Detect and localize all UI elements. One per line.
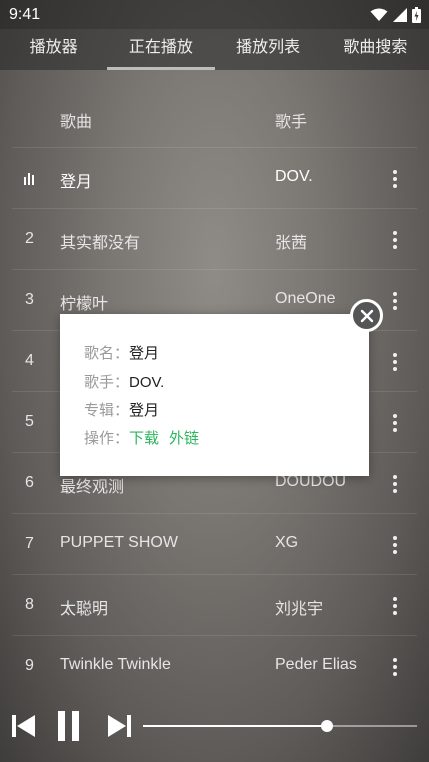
song-index: 7: [25, 535, 34, 552]
dialog-song-name-value: 登月: [129, 345, 160, 362]
download-link[interactable]: 下载: [129, 430, 159, 447]
song-row[interactable]: 9 Twinkle Twinkle Peder Elias: [12, 636, 417, 697]
dialog-artist-label: 歌手：: [84, 374, 130, 391]
close-icon: [360, 309, 373, 322]
progress-fill: [143, 725, 327, 727]
battery-icon: [412, 6, 421, 23]
song-row[interactable]: 7 PUPPET SHOW XG: [12, 514, 417, 575]
more-vert-icon[interactable]: [390, 532, 400, 558]
song-title: 太聪明: [60, 601, 109, 618]
more-vert-icon[interactable]: [390, 288, 400, 314]
song-title: PUPPET SHOW: [60, 534, 178, 551]
more-vert-icon[interactable]: [390, 654, 400, 680]
signal-icon: [393, 7, 407, 22]
dialog-artist-value: DOV.: [129, 374, 165, 391]
progress-slider[interactable]: [143, 720, 417, 732]
next-button[interactable]: [108, 714, 132, 743]
tab-player[interactable]: 播放器: [0, 29, 107, 70]
song-index: 5: [25, 413, 34, 430]
dialog-album-label: 专辑：: [84, 402, 130, 419]
more-vert-icon[interactable]: [390, 227, 400, 253]
song-title: 最终观测: [60, 479, 125, 496]
more-vert-icon[interactable]: [390, 410, 400, 436]
song-artist: XG: [275, 534, 299, 551]
tab-song-search[interactable]: 歌曲搜索: [322, 29, 429, 70]
player-bar: [0, 700, 429, 762]
song-row[interactable]: 2 其实都没有 张茜: [12, 209, 417, 270]
status-bar: 9:41: [0, 0, 429, 29]
song-index: 9: [25, 657, 34, 674]
more-vert-icon[interactable]: [390, 166, 400, 192]
song-row[interactable]: 8 太聪明 刘兆宇: [12, 575, 417, 636]
status-time: 9:41: [9, 5, 41, 23]
dialog-song-name-line: 歌名：登月: [84, 342, 159, 363]
song-title: Twinkle Twinkle: [60, 656, 171, 673]
song-title: 柠檬叶: [60, 296, 109, 313]
song-index: 2: [25, 230, 34, 247]
dialog-close-button[interactable]: [350, 299, 383, 332]
previous-button[interactable]: [11, 714, 35, 743]
now-playing-icon: [24, 173, 38, 185]
song-title: 其实都没有: [60, 235, 141, 252]
song-index: 3: [25, 291, 34, 308]
song-artist: OneOne: [275, 290, 336, 307]
wifi-icon: [370, 8, 388, 21]
song-artist: Peder Elias: [275, 656, 357, 673]
column-header-song: 歌曲: [60, 114, 93, 131]
tab-now-playing[interactable]: 正在播放: [107, 29, 215, 70]
dialog-artist-line: 歌手：DOV.: [84, 371, 164, 392]
song-title: 登月: [60, 174, 93, 191]
dialog-album-line: 专辑：登月: [84, 399, 159, 420]
song-index: 6: [25, 474, 34, 491]
dialog-song-name-label: 歌名：: [84, 345, 130, 362]
dialog-action-label: 操作：: [84, 430, 130, 447]
status-icons: [370, 6, 421, 23]
song-index: 4: [25, 352, 34, 369]
column-header-artist: 歌手: [275, 114, 308, 131]
dialog-album-value: 登月: [129, 402, 160, 419]
tab-playlist[interactable]: 播放列表: [215, 29, 322, 70]
pause-button[interactable]: [58, 711, 80, 746]
song-artist: 刘兆宇: [275, 601, 324, 618]
more-vert-icon[interactable]: [390, 349, 400, 375]
song-info-dialog: 歌名：登月 歌手：DOV. 专辑：登月 操作：下载 外链: [60, 314, 369, 476]
more-vert-icon[interactable]: [390, 471, 400, 497]
skip-previous-icon: [12, 715, 35, 737]
skip-next-icon: [108, 715, 131, 737]
song-artist: 张茜: [275, 235, 308, 252]
song-row[interactable]: 登月 DOV.: [12, 148, 417, 209]
list-header: 歌曲 歌手: [12, 88, 417, 148]
more-vert-icon[interactable]: [390, 593, 400, 619]
song-index: 8: [25, 596, 34, 613]
external-link[interactable]: 外链: [169, 430, 199, 447]
tab-bar: 播放器 正在播放 播放列表 歌曲搜索: [0, 29, 429, 70]
pause-icon: [58, 711, 79, 741]
progress-thumb[interactable]: [320, 720, 333, 732]
dialog-action-line: 操作：下载 外链: [84, 427, 209, 448]
song-artist: DOV.: [275, 168, 313, 185]
